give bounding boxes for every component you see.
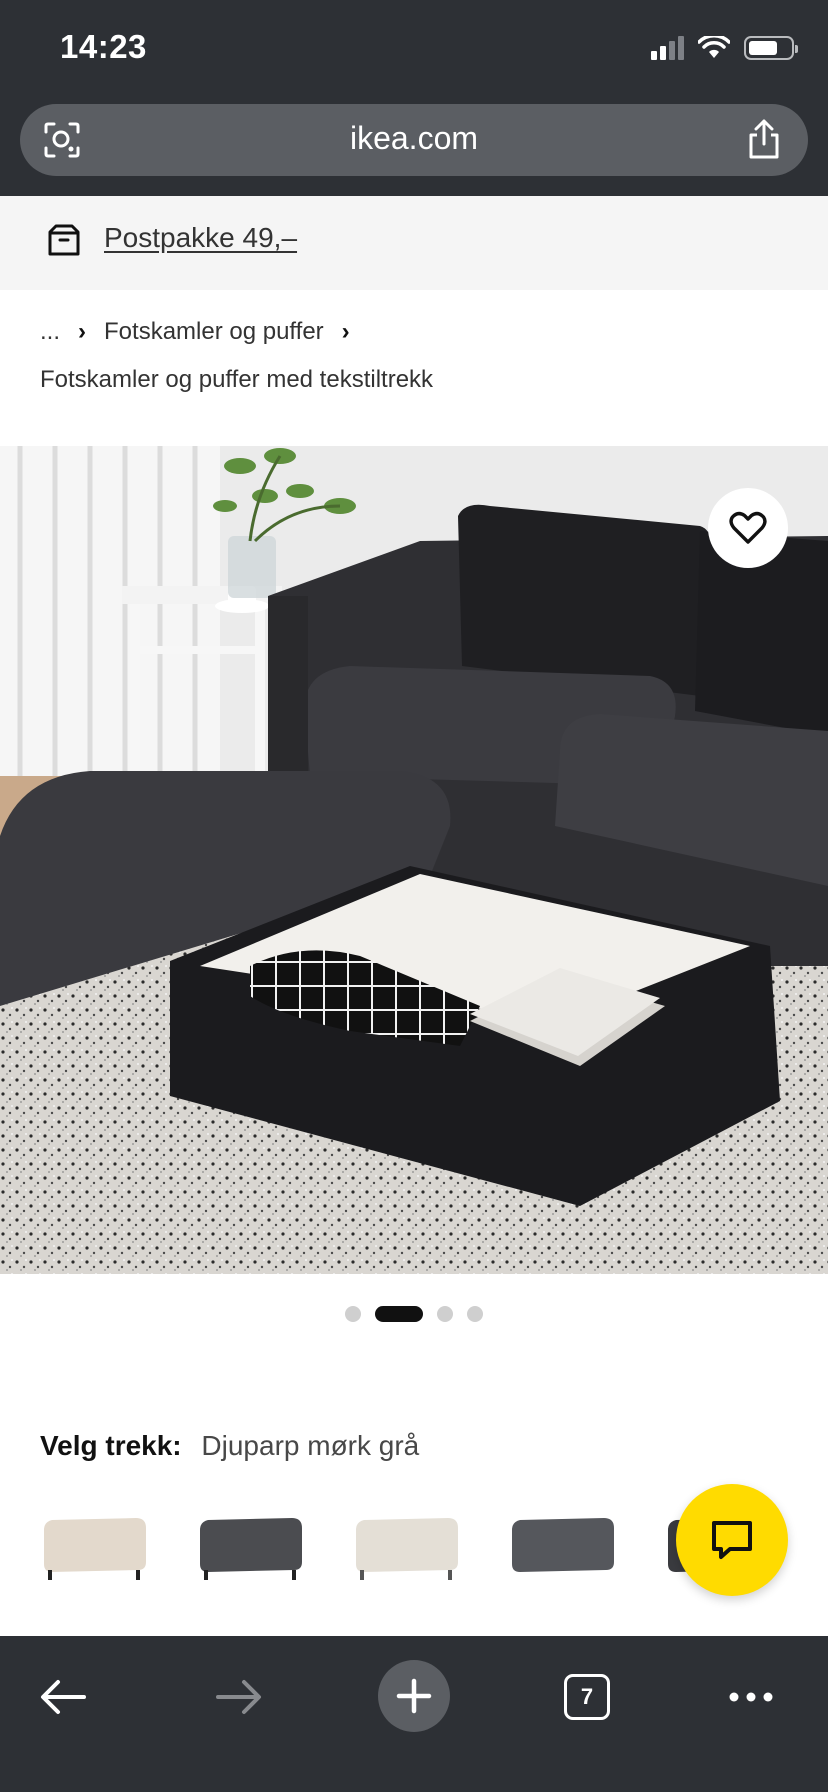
forward-arrow-icon — [216, 1680, 261, 1714]
shipping-link[interactable]: Postpakke 49,– — [104, 222, 297, 254]
breadcrumb: ... › Fotskamler og puffer › — [40, 318, 350, 346]
heart-icon — [729, 511, 767, 544]
chevron-right-icon: › — [341, 318, 350, 345]
favorite-button[interactable] — [708, 488, 788, 568]
status-icons — [651, 36, 798, 60]
carousel-dot[interactable] — [467, 1306, 483, 1322]
browser-top-chrome: 14:23 ikea.com — [0, 0, 828, 196]
chat-icon — [712, 1521, 752, 1559]
plus-icon — [396, 1678, 432, 1714]
back-button[interactable] — [28, 1662, 98, 1732]
status-time: 14:23 — [60, 28, 147, 65]
cover-swatches — [40, 1508, 774, 1586]
carousel-dot[interactable] — [345, 1306, 361, 1322]
tabs-button[interactable]: 7 — [552, 1662, 622, 1732]
chevron-right-icon: › — [78, 318, 87, 345]
shipping-banner: Postpakke 49,– — [0, 196, 828, 290]
battery-icon — [744, 36, 798, 60]
cover-label: Velg trekk: — [40, 1430, 182, 1461]
back-arrow-icon — [41, 1680, 86, 1714]
cover-swatch[interactable] — [352, 1508, 462, 1586]
breadcrumb-ellipsis[interactable]: ... — [40, 318, 60, 346]
more-icon — [729, 1692, 773, 1702]
cover-swatch[interactable] — [508, 1508, 618, 1586]
forward-button[interactable] — [204, 1662, 274, 1732]
breadcrumb-category[interactable]: Fotskamler og puffer — [104, 318, 324, 346]
new-tab-button[interactable] — [378, 1660, 450, 1732]
cover-swatch[interactable] — [40, 1508, 150, 1586]
cover-selector: Velg trekk: Djuparp mørk grå — [40, 1430, 419, 1462]
product-image[interactable] — [0, 446, 828, 1274]
cover-swatch[interactable] — [196, 1508, 306, 1586]
carousel-dot[interactable] — [437, 1306, 453, 1322]
box-icon — [48, 224, 80, 256]
breadcrumb-subcategory[interactable]: Fotskamler og puffer med tekstiltrekk — [40, 366, 433, 394]
address-bar[interactable]: ikea.com — [20, 104, 808, 176]
chat-button[interactable] — [676, 1484, 788, 1596]
product-photo — [0, 446, 828, 1274]
more-button[interactable] — [716, 1662, 786, 1732]
cellular-signal-icon — [651, 36, 684, 60]
wifi-icon — [698, 36, 730, 58]
cover-value: Djuparp mørk grå — [201, 1430, 420, 1461]
browser-bottom-toolbar: 7 — [0, 1636, 828, 1792]
carousel-dot-active[interactable] — [375, 1306, 423, 1322]
tabs-icon: 7 — [564, 1674, 610, 1720]
url-text[interactable]: ikea.com — [20, 120, 808, 157]
share-icon[interactable] — [746, 118, 782, 160]
carousel-dots[interactable] — [0, 1306, 828, 1322]
